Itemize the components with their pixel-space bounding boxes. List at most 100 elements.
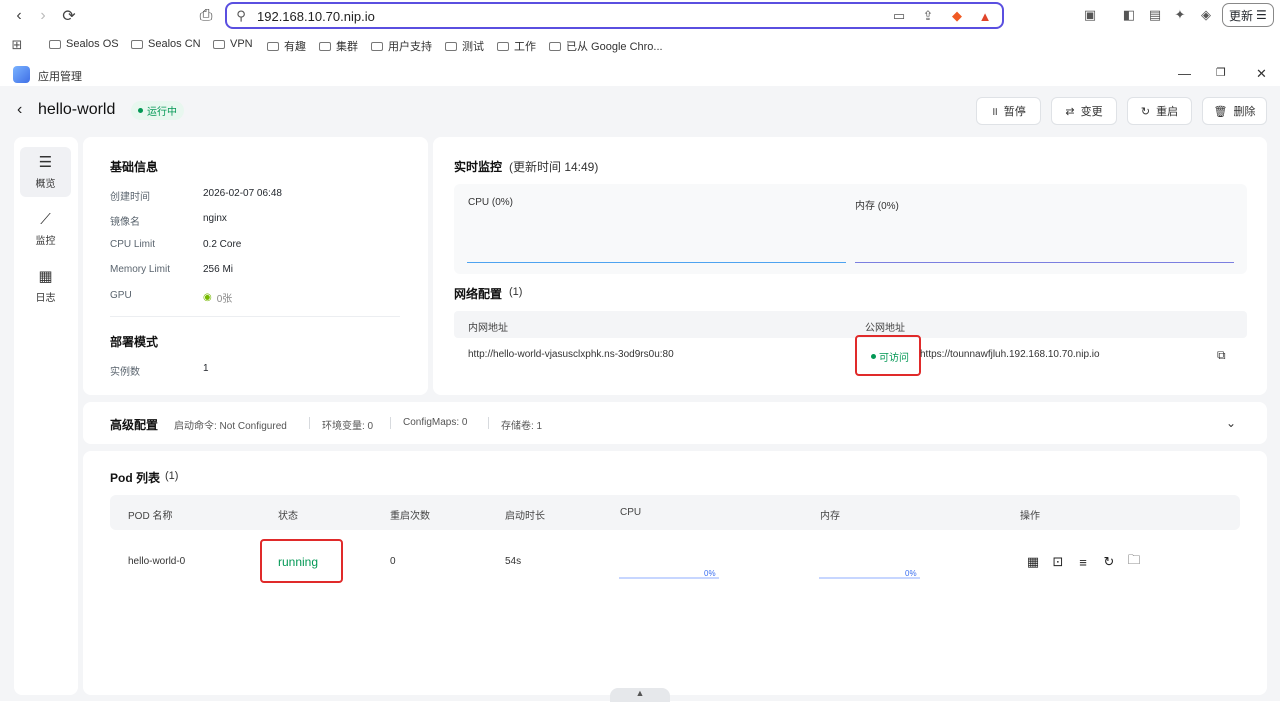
address-url[interactable]: 192.168.10.70.nip.io	[257, 9, 375, 24]
monitor-updated: (更新时间 14:49)	[509, 160, 599, 174]
wallet-icon[interactable]: ▤	[1147, 7, 1163, 23]
folder-icon	[445, 41, 457, 51]
sidebar-toggle-icon[interactable]: ◧	[1121, 7, 1137, 23]
separator	[309, 417, 310, 429]
pause-button[interactable]: ॥ 暂停	[976, 97, 1041, 125]
nav-overview[interactable]: ☰ 概览	[20, 147, 71, 197]
delete-button[interactable]: 🗑 删除	[1202, 97, 1267, 125]
col-memory: 内存	[820, 511, 840, 522]
cpu-usage-line	[467, 262, 846, 263]
minimize-icon[interactable]: —	[1178, 66, 1191, 81]
image-value: nginx	[203, 213, 227, 224]
folder-icon	[497, 41, 509, 51]
address-bar[interactable]: ⚲ 192.168.10.70.nip.io ▭ ⇪ ◆ ▲	[225, 2, 1004, 29]
separator	[390, 417, 391, 429]
maximize-icon[interactable]: ❐	[1216, 66, 1226, 79]
restart-button[interactable]: ↻ 重启	[1127, 97, 1192, 125]
col-restarts: 重启次数	[390, 511, 430, 522]
rewards-icon[interactable]: ▲	[977, 8, 993, 24]
reload-icon[interactable]: ⟳	[59, 6, 79, 26]
network-title: 网络配置	[454, 287, 503, 301]
image-label: 镜像名	[110, 217, 140, 228]
terminal-icon[interactable]: ⊡	[1050, 554, 1066, 570]
details-icon[interactable]: ≡	[1075, 554, 1091, 570]
folder-icon	[49, 39, 61, 49]
cpu-limit-label: CPU Limit	[110, 239, 156, 250]
col-actions: 操作	[1020, 511, 1040, 522]
app-window-titlebar	[0, 60, 1280, 86]
advanced-title: 高级配置	[110, 418, 159, 432]
pod-memory-value: 0%	[905, 569, 917, 578]
bookmark-folder[interactable]: Sealos CN	[131, 38, 201, 50]
leo-ai-icon[interactable]: ✦	[1172, 7, 1188, 23]
folder-icon	[213, 39, 225, 49]
folder-icon	[549, 41, 561, 51]
created-value: 2026-02-07 06:48	[203, 188, 282, 199]
bookmark-folder[interactable]: Sealos OS	[49, 38, 119, 50]
network-count: (1)	[509, 286, 523, 298]
col-uptime: 启动时长	[505, 511, 545, 522]
public-address-link[interactable]: https://tounnawfjluh.192.168.10.70.nip.i…	[920, 349, 1100, 360]
bookmark-folder[interactable]: 工作	[497, 38, 536, 54]
pod-list-title: Pod 列表	[110, 471, 160, 485]
close-icon[interactable]: ✕	[1256, 66, 1267, 82]
folder-open-icon[interactable]: 🗀	[1126, 552, 1142, 570]
section-divider	[110, 316, 400, 317]
nav-logs[interactable]: ▦ 日志	[20, 261, 71, 311]
calendar-log-icon[interactable]: ▦	[1025, 554, 1041, 570]
chevron-down-icon[interactable]: ⌄	[1226, 416, 1236, 430]
status-dot-icon	[138, 108, 143, 113]
gpu-value: ◉ 0张	[203, 292, 233, 305]
col-public: 公网地址	[865, 323, 905, 334]
highlight-box	[260, 539, 343, 583]
line-chart-icon: ⟋	[40, 210, 51, 228]
restart-icon: ↻	[1140, 105, 1151, 118]
bookmark-folder[interactable]: 测试	[445, 38, 484, 54]
instances-label: 实例数	[110, 367, 140, 378]
caret-up-icon: ▲	[635, 688, 645, 698]
copy-icon[interactable]: ⧉	[1217, 348, 1226, 363]
internal-address: http://hello-world-vjasusclxphk.ns-3od9r…	[468, 349, 674, 360]
install-icon[interactable]: ▭	[891, 8, 907, 24]
bookmark-folder[interactable]: 集群	[319, 38, 358, 54]
volumes: 存储卷: 1	[501, 421, 543, 432]
update-button[interactable]: 更新 ☰	[1222, 3, 1274, 27]
trash-icon: 🗑	[1213, 105, 1228, 118]
col-pod-name: POD 名称	[128, 511, 173, 522]
startup-command: 启动命令: Not Configured	[174, 421, 287, 432]
monitor-panel	[454, 184, 1247, 274]
site-settings-icon[interactable]: ⚲	[233, 8, 249, 24]
brave-shield-icon[interactable]: ◆	[949, 8, 965, 24]
bookmark-icon[interactable]: ⎙	[196, 6, 216, 26]
bookmark-folder[interactable]: 已从 Google Chro...	[549, 38, 663, 54]
restart-pod-icon[interactable]: ↻	[1101, 554, 1117, 570]
deploy-mode-title: 部署模式	[110, 335, 159, 349]
nav-monitor[interactable]: ⟋ 监控	[20, 204, 71, 254]
cpu-limit-value: 0.2 Core	[203, 239, 242, 250]
bookmark-folder[interactable]: 有趣	[267, 38, 306, 54]
bookmark-folder[interactable]: 用户支持	[371, 38, 432, 54]
change-button[interactable]: ⇄ 变更	[1051, 97, 1117, 125]
bookmark-folder[interactable]: VPN	[213, 38, 253, 50]
pod-restarts: 0	[390, 556, 396, 567]
browser-toolbar: ‹ › ⟳ ⎙ ⚲ 192.168.10.70.nip.io ▭ ⇪ ◆ ▲ ▣…	[0, 0, 1280, 32]
gpu-label: GPU	[110, 290, 132, 301]
back-arrow-icon[interactable]: ‹	[17, 101, 22, 119]
scroll-up-handle[interactable]: ▲	[610, 688, 670, 702]
col-status: 状态	[278, 511, 298, 522]
reader-icon[interactable]: ▣	[1082, 7, 1098, 23]
forward-icon[interactable]: ›	[33, 6, 53, 26]
bookmarks-bar: ⊞ Sealos OS Sealos CN VPN 有趣 集群 用户支持 测试 …	[0, 33, 1280, 57]
back-icon[interactable]: ‹	[9, 6, 29, 26]
apps-grid-icon[interactable]: ⊞	[9, 37, 25, 53]
folder-icon	[371, 41, 383, 51]
share-icon[interactable]: ⇪	[920, 8, 936, 24]
vpn-icon[interactable]: ◈	[1198, 7, 1214, 23]
col-cpu: CPU	[620, 507, 642, 518]
col-internal: 内网地址	[468, 323, 508, 334]
monitor-title: 实时监控	[454, 160, 503, 174]
folder-icon	[131, 39, 143, 49]
side-nav: ☰ 概览 ⟋ 监控 ▦ 日志	[14, 137, 78, 695]
configmaps: ConfigMaps: 0	[403, 417, 468, 428]
calendar-icon: ▦	[38, 267, 53, 285]
